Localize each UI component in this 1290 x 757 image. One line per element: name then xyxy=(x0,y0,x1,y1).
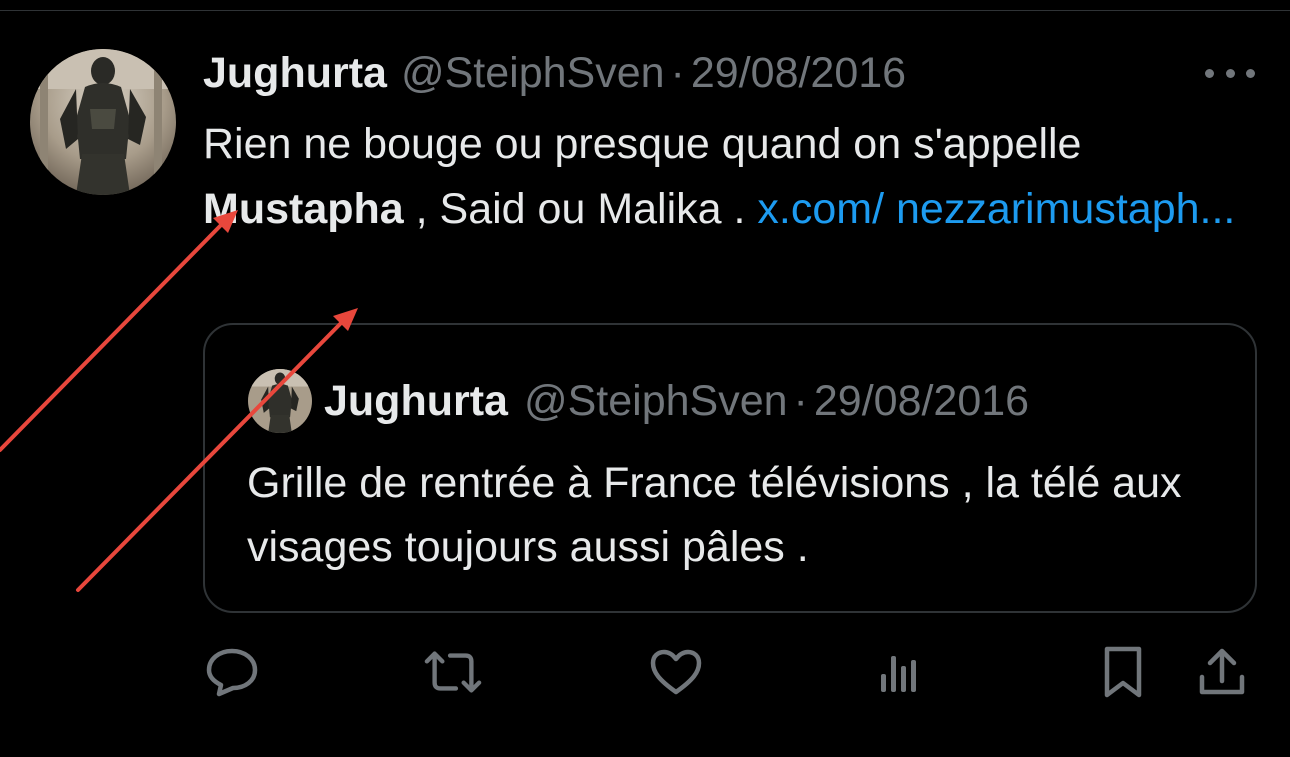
quoted-tweet-text: Grille de rentrée à France télévisions ,… xyxy=(247,459,1182,571)
tweet-action-bar xyxy=(0,640,1290,710)
more-options-icon[interactable] xyxy=(1205,58,1255,88)
author-name[interactable]: Jughurta xyxy=(203,49,387,98)
tweet-link[interactable]: x.com/ nezzarimustaph... xyxy=(757,185,1235,233)
quoted-author-avatar[interactable] xyxy=(248,369,312,433)
quoted-author-handle[interactable]: @SteiphSven xyxy=(524,377,788,426)
author-avatar[interactable] xyxy=(30,49,176,195)
tweet-date[interactable]: 29/08/2016 xyxy=(691,49,906,98)
bookmark-icon[interactable] xyxy=(1093,640,1153,704)
tweet-screenshot: Jughurta @SteiphSven · 29/08/2016 Rien n… xyxy=(0,0,1290,757)
quoted-tweet-header: Jughurta @SteiphSven · 29/08/2016 xyxy=(324,375,1029,427)
author-handle[interactable]: @SteiphSven xyxy=(401,49,665,98)
tweet-text: Rien ne bouge ou presque quand on s'appe… xyxy=(203,112,1243,242)
statue-avatar-image xyxy=(30,49,176,195)
tweet-text-part2: , Said ou Malika . xyxy=(403,185,758,233)
quoted-header-separator: · xyxy=(793,376,808,425)
quoted-tweet-card[interactable]: Jughurta @SteiphSven · 29/08/2016 Grille… xyxy=(203,323,1257,613)
more-dot xyxy=(1225,68,1235,78)
heart-icon[interactable] xyxy=(646,640,706,704)
annotation-arrow-1 xyxy=(0,218,228,452)
quoted-tweet-date[interactable]: 29/08/2016 xyxy=(814,377,1029,426)
tweet-header: Jughurta @SteiphSven · 29/08/2016 xyxy=(203,48,906,98)
retweet-icon[interactable] xyxy=(423,640,483,704)
share-icon[interactable] xyxy=(1192,640,1252,704)
reply-icon[interactable] xyxy=(202,640,262,704)
more-dot xyxy=(1246,68,1255,78)
more-dot xyxy=(1205,68,1214,78)
top-divider xyxy=(0,10,1290,11)
tweet-text-part1: Rien ne bouge ou presque quand on s'appe… xyxy=(203,120,1082,168)
tweet-text-bold: Mustapha xyxy=(203,185,404,233)
quoted-author-name[interactable]: Jughurta xyxy=(324,377,508,426)
header-separator: · xyxy=(670,48,685,97)
views-icon[interactable] xyxy=(868,640,928,704)
statue-avatar-image xyxy=(248,369,312,433)
